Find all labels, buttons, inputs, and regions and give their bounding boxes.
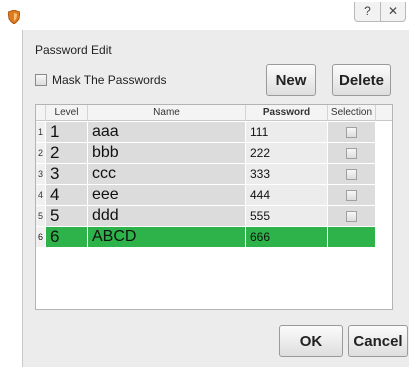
- name-cell[interactable]: ccc: [88, 164, 246, 184]
- table-row[interactable]: 4 4 eee 444: [36, 185, 376, 206]
- password-cell[interactable]: 333: [246, 164, 328, 184]
- name-cell[interactable]: ABCD: [88, 227, 246, 247]
- row-number: 6: [36, 227, 46, 247]
- row-number: 4: [36, 185, 46, 205]
- password-cell[interactable]: 111: [246, 122, 328, 142]
- selection-checkbox[interactable]: [346, 189, 357, 201]
- selection-cell[interactable]: [328, 164, 376, 184]
- help-icon[interactable]: ?: [354, 2, 380, 22]
- name-cell[interactable]: eee: [88, 185, 246, 205]
- password-cell[interactable]: 222: [246, 143, 328, 163]
- level-cell[interactable]: 1: [46, 122, 88, 142]
- title-bar: ? ✕: [0, 0, 409, 30]
- mask-passwords-checkbox[interactable]: [35, 74, 47, 86]
- column-header-selection[interactable]: Selection: [328, 105, 376, 121]
- row-number: 5: [36, 206, 46, 226]
- table-header: Level Name Password Selection: [36, 105, 392, 121]
- selection-checkbox[interactable]: [346, 147, 357, 159]
- ok-button[interactable]: OK: [279, 325, 343, 357]
- password-cell[interactable]: 555: [246, 206, 328, 226]
- selection-checkbox[interactable]: [346, 168, 357, 180]
- close-icon[interactable]: ✕: [380, 2, 406, 22]
- password-edit-window: ? ✕ Password Edit Mask The Passwords New…: [0, 0, 409, 367]
- row-number: 1: [36, 122, 46, 142]
- column-header-name[interactable]: Name: [88, 105, 246, 121]
- table-scroll-area: [376, 121, 392, 309]
- column-header-password[interactable]: Password: [246, 105, 328, 121]
- column-header-level[interactable]: Level: [46, 105, 88, 121]
- table-row[interactable]: 2 2 bbb 222: [36, 143, 376, 164]
- level-cell[interactable]: 3: [46, 164, 88, 184]
- level-cell[interactable]: 4: [46, 185, 88, 205]
- table-row[interactable]: 3 3 ccc 333: [36, 164, 376, 185]
- table-row[interactable]: 5 5 ddd 555: [36, 206, 376, 227]
- shield-icon: [7, 9, 21, 25]
- new-button[interactable]: New: [266, 64, 316, 96]
- password-cell[interactable]: 666: [246, 227, 328, 247]
- password-cell[interactable]: 444: [246, 185, 328, 205]
- selection-checkbox[interactable]: [346, 210, 357, 222]
- mask-passwords-option[interactable]: Mask The Passwords: [35, 72, 167, 88]
- name-cell[interactable]: bbb: [88, 143, 246, 163]
- level-cell[interactable]: 2: [46, 143, 88, 163]
- selection-cell[interactable]: [328, 206, 376, 226]
- table-row-selected[interactable]: 6 6 ABCD 666: [36, 227, 376, 248]
- selection-cell[interactable]: [328, 122, 376, 142]
- password-edit-group: Password Edit Mask The Passwords New Del…: [22, 30, 409, 367]
- row-number: 2: [36, 143, 46, 163]
- selection-cell[interactable]: [328, 143, 376, 163]
- selection-cell[interactable]: [328, 185, 376, 205]
- table-row[interactable]: 1 1 aaa 111: [36, 122, 376, 143]
- selection-checkbox[interactable]: [346, 126, 357, 138]
- row-number-header: [36, 105, 46, 121]
- delete-button[interactable]: Delete: [332, 64, 391, 96]
- name-cell[interactable]: aaa: [88, 122, 246, 142]
- group-title: Password Edit: [35, 43, 112, 57]
- cancel-button[interactable]: Cancel: [348, 325, 408, 357]
- level-cell[interactable]: 6: [46, 227, 88, 247]
- level-cell[interactable]: 5: [46, 206, 88, 226]
- name-cell[interactable]: ddd: [88, 206, 246, 226]
- mask-passwords-label: Mask The Passwords: [52, 73, 167, 87]
- password-table: Level Name Password Selection 1 1 aaa 11…: [35, 104, 393, 310]
- selection-cell[interactable]: [328, 227, 376, 247]
- row-number: 3: [36, 164, 46, 184]
